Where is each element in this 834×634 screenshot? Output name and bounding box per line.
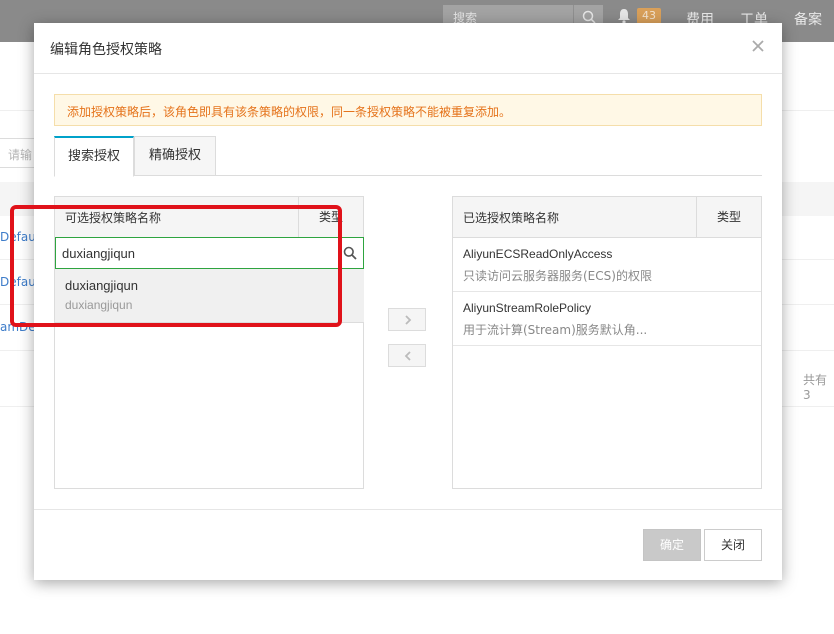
notification-badge[interactable]: 43 — [637, 8, 661, 24]
tab-bar: 搜索授权 精确授权 — [54, 136, 762, 177]
warning-alert: 添加授权策略后，该角色即具有该条策略的权限，同一条授权策略不能被重复添加。 — [54, 94, 762, 126]
bg-total-count: 共有3 — [803, 373, 828, 402]
header-divider — [34, 73, 782, 74]
selected-policy-item[interactable]: AliyunStreamRolePolicy 用于流计算(Stream)服务默认… — [453, 292, 761, 346]
annotation-highlight — [10, 205, 342, 327]
remove-arrow-button[interactable] — [388, 344, 426, 367]
selected-policy-description: 只读访问云服务器服务(ECS)的权限 — [463, 269, 652, 283]
selected-policy-name: AliyunStreamRolePolicy — [463, 301, 592, 315]
bg-search-placeholder: 请输 — [8, 148, 33, 162]
selected-type-header: 类型 — [696, 197, 761, 237]
selected-policy-item[interactable]: AliyunECSReadOnlyAccess 只读访问云服务器服务(ECS)的… — [453, 238, 761, 292]
tab-search-authorize[interactable]: 搜索授权 — [54, 136, 134, 177]
confirm-button[interactable]: 确定 — [643, 529, 701, 561]
alert-text: 添加授权策略后，该角色即具有该条策略的权限，同一条授权策略不能被重复添加。 — [67, 105, 512, 119]
dialog-title: 编辑角色授权策略 — [50, 42, 162, 58]
selected-panel-header: 已选授权策略名称 类型 — [453, 197, 761, 238]
close-icon[interactable] — [750, 38, 766, 54]
selected-policy-name: AliyunECSReadOnlyAccess — [463, 247, 613, 261]
chevron-right-icon — [405, 315, 412, 325]
selected-policy-description: 用于流计算(Stream)服务默认角... — [463, 323, 648, 337]
chevron-left-icon — [404, 351, 411, 361]
tab-exact-authorize[interactable]: 精确授权 — [134, 136, 216, 176]
footer-divider — [34, 509, 782, 510]
close-button[interactable]: 关闭 — [704, 529, 762, 561]
search-icon[interactable] — [343, 246, 357, 260]
nav-link-icp[interactable]: 备案 — [794, 9, 822, 29]
selected-policies-panel: 已选授权策略名称 类型 AliyunECSReadOnlyAccess 只读访问… — [452, 196, 762, 489]
add-arrow-button[interactable] — [388, 308, 426, 331]
bg-search-input[interactable]: 请输 — [0, 138, 36, 168]
selected-name-header: 已选授权策略名称 — [463, 211, 560, 225]
